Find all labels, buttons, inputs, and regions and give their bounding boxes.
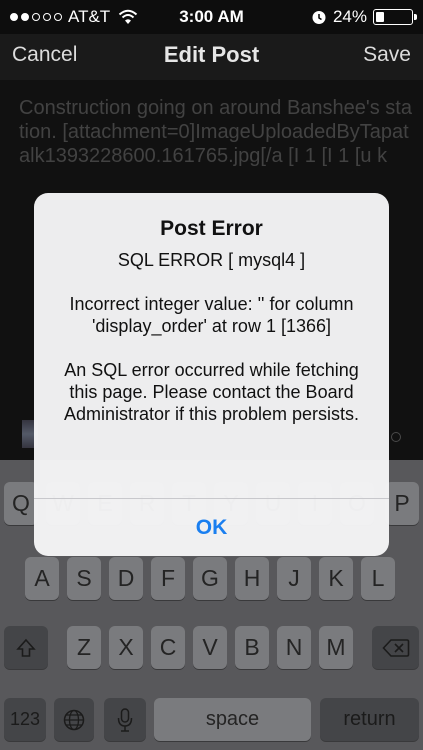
alert-message: SQL ERROR [ mysql4 ] Incorrect integer v… (48, 249, 375, 447)
alert-title: Post Error (160, 217, 263, 240)
cancel-button[interactable]: Cancel (12, 43, 77, 67)
alarm-icon (312, 11, 326, 24)
status-bar: AT&T 3:00 AM 24% (0, 0, 423, 34)
battery-percentage: 24% (332, 7, 367, 26)
navigation-bar: Cancel Edit Post Save (0, 34, 423, 80)
post-error-alert: Post Error SQL ERROR [ mysql4 ] Incorrec… (34, 193, 389, 556)
alert-message-help: An SQL error occurred while fetching thi… (63, 360, 360, 424)
alert-message-sql-error: SQL ERROR [ mysql4 ] (117, 250, 306, 270)
save-button[interactable]: Save (363, 43, 411, 67)
ok-button[interactable]: OK (34, 499, 389, 556)
battery-icon (373, 9, 417, 25)
alert-message-detail: Incorrect integer value: '' for column '… (69, 294, 354, 336)
